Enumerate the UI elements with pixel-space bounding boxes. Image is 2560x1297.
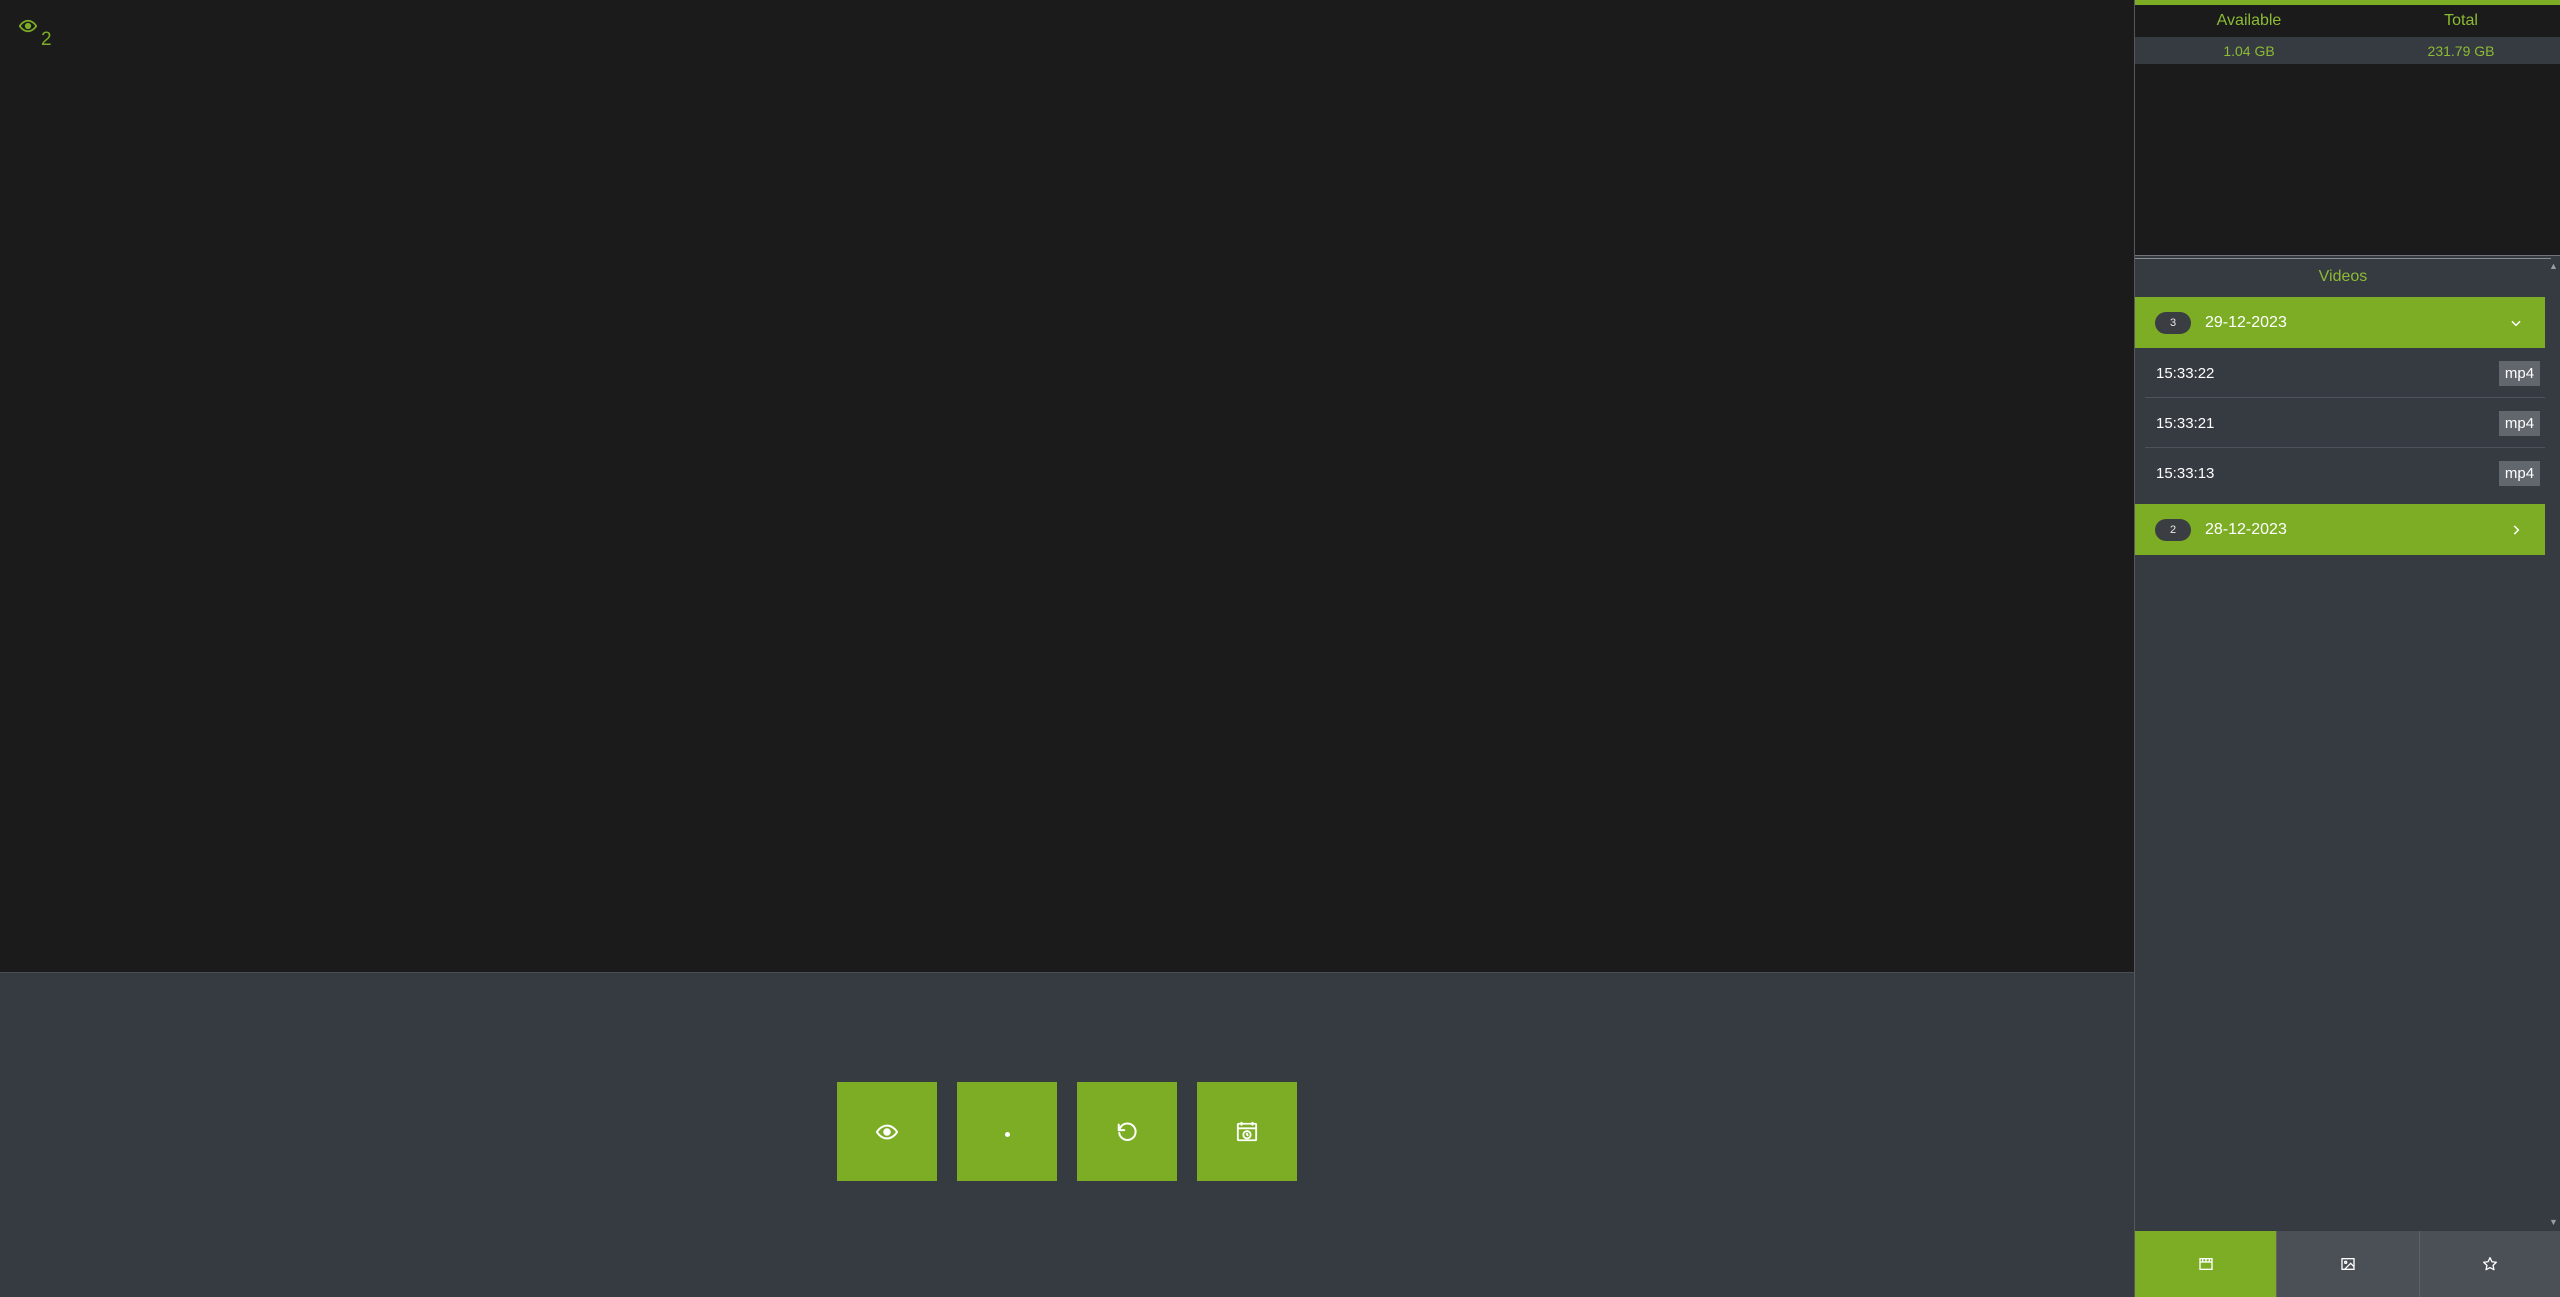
dot-icon — [1004, 1132, 1010, 1137]
group-date: 28-12-2023 — [2205, 520, 2287, 538]
video-time: 15:33:21 — [2156, 414, 2215, 432]
calendar-clock-icon — [1236, 1121, 1258, 1141]
eye-icon — [876, 1124, 898, 1139]
video-time: 15:33:22 — [2156, 364, 2215, 382]
film-icon — [2198, 1258, 2213, 1270]
viewer-count-value: 2 — [41, 29, 52, 50]
storage-info: Available Total 1.04 GB 231.79 GB — [2135, 0, 2560, 256]
media-tabs — [2135, 1231, 2560, 1297]
date-group-header[interactable]: 2 28-12-2023 — [2135, 504, 2545, 555]
schedule-button[interactable] — [1197, 1082, 1297, 1181]
videos-title: Videos — [2135, 258, 2551, 294]
refresh-button[interactable] — [1077, 1082, 1177, 1181]
record-button[interactable] — [957, 1082, 1057, 1181]
eye-icon — [19, 19, 37, 33]
video-time: 15:33:13 — [2156, 465, 2215, 482]
video-count-badge: 2 — [2155, 518, 2191, 541]
video-item[interactable]: 15:33:21 mp4 — [2145, 399, 2545, 448]
videos-tab[interactable] — [2135, 1231, 2277, 1297]
viewer-count: 2 — [19, 19, 52, 51]
format-badge: mp4 — [2499, 410, 2540, 436]
side-panel: Available Total 1.04 GB 231.79 GB Videos… — [2134, 0, 2560, 1297]
view-button[interactable] — [837, 1082, 937, 1181]
chevron-down-icon — [2511, 320, 2521, 326]
scroll-down-arrow-icon[interactable]: ▼ — [2549, 1218, 2558, 1227]
storage-header: Available Total — [2135, 5, 2560, 37]
control-bar — [0, 973, 2134, 1297]
total-header: Total — [2444, 12, 2478, 29]
favorites-tab[interactable] — [2418, 1231, 2560, 1297]
video-count-badge: 3 — [2155, 311, 2191, 334]
total-value: 231.79 GB — [2427, 42, 2495, 59]
rotate-left-icon — [1117, 1121, 1137, 1141]
video-viewport: 2 — [0, 0, 2134, 973]
videos-scrollbar[interactable] — [2546, 258, 2560, 1230]
available-value: 1.04 GB — [2223, 42, 2275, 59]
available-header: Available — [2216, 12, 2282, 29]
chevron-right-icon — [2513, 524, 2520, 535]
photos-tab[interactable] — [2276, 1231, 2419, 1297]
video-item[interactable]: 15:33:22 mp4 — [2145, 349, 2545, 398]
scroll-up-arrow-icon[interactable]: ▲ — [2549, 262, 2558, 271]
group-date: 29-12-2023 — [2205, 313, 2287, 331]
app-root: 2 Available Total 1.04 GB 231.79 GB Vide… — [0, 0, 2560, 1297]
image-icon — [2341, 1258, 2355, 1270]
date-group-header[interactable]: 3 29-12-2023 — [2135, 297, 2545, 348]
format-badge: mp4 — [2499, 360, 2540, 386]
storage-values: 1.04 GB 231.79 GB — [2135, 37, 2560, 64]
format-badge: mp4 — [2499, 461, 2540, 486]
star-icon — [2483, 1257, 2498, 1271]
video-item[interactable]: 15:33:13 mp4 — [2145, 449, 2545, 498]
